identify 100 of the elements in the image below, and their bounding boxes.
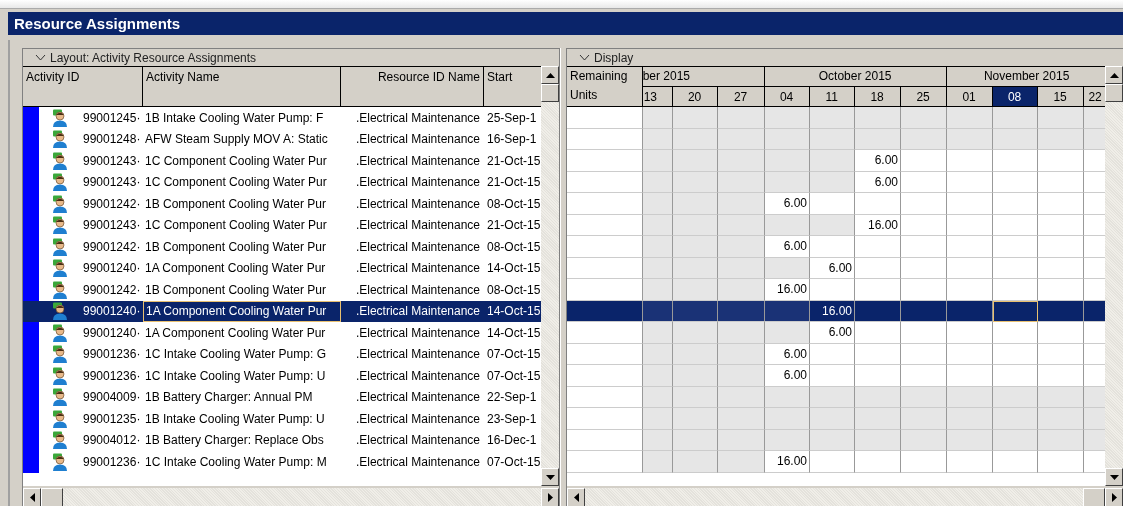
table-cell-text: 99001243· — [82, 152, 142, 170]
right-arrow-icon — [547, 493, 553, 502]
up-arrow-icon — [1109, 72, 1119, 78]
collapse-icon[interactable] — [35, 54, 46, 61]
table-cell-text: 99001240· — [82, 260, 142, 278]
table-cell: 14-Oct-15 — [484, 300, 541, 322]
scrollbar-thumb[interactable] — [41, 488, 63, 506]
column-header[interactable]: Activity ID — [23, 67, 143, 106]
table-cell-text: .Electrical Maintenance — [354, 238, 481, 256]
person-icon — [51, 130, 69, 149]
scroll-right-button[interactable] — [541, 488, 559, 506]
table-cell[interactable]: 1A Component Cooling Water Pur — [143, 257, 341, 279]
column-header[interactable]: Remaining Units — [567, 67, 643, 106]
table-cell-text: .Electrical Maintenance — [354, 346, 481, 364]
table-cell[interactable]: 1C Intake Cooling Water Pump: M — [143, 451, 341, 473]
table-cell-text: 21-Oct-15 — [486, 174, 541, 192]
scroll-down-button[interactable] — [541, 468, 559, 486]
table-cell-text: .Electrical Maintenance — [354, 453, 481, 471]
scrollbar-thumb[interactable] — [1105, 84, 1123, 102]
table-cell-text: 99001248· — [82, 131, 142, 149]
person-icon — [51, 431, 69, 450]
scrollbar-thumb[interactable] — [541, 84, 559, 102]
person-icon — [51, 366, 69, 385]
table-cell-text: 99001245· — [82, 109, 142, 127]
table-cell-text: .Electrical Maintenance — [354, 109, 481, 127]
table-cell-text: .Electrical Maintenance — [354, 324, 481, 342]
table-cell[interactable]: 1C Component Cooling Water Pur — [143, 171, 341, 193]
scroll-down-button[interactable] — [1105, 468, 1123, 486]
table-cell[interactable]: AFW Steam Supply MOV A: Static — [143, 128, 341, 150]
person-icon — [51, 409, 69, 428]
table-cell[interactable]: 1C Intake Cooling Water Pump: U — [143, 365, 341, 387]
units-value: 6.00 — [783, 368, 807, 383]
scroll-left-button[interactable] — [567, 488, 585, 506]
table-cell-text: 99001242· — [82, 281, 142, 299]
column-header[interactable]: Activity Name — [143, 67, 341, 106]
table-cell-text: .Electrical Maintenance — [354, 131, 481, 149]
table-cell-text: .Electrical Maintenance — [354, 174, 481, 192]
table-cell: 99001240· — [81, 300, 143, 322]
units-value: 6.00 — [783, 196, 807, 211]
table-cell-text: 16-Dec-1 — [486, 432, 538, 450]
table-cell[interactable]: 1B Intake Cooling Water Pump: F — [143, 107, 341, 129]
person-icon — [51, 173, 69, 192]
table-cell[interactable]: 1C Component Cooling Water Pur — [143, 150, 341, 172]
table-cell[interactable]: 1B Battery Charger: Annual PM — [143, 386, 341, 408]
person-icon — [51, 302, 69, 321]
person-icon — [51, 259, 69, 278]
units-value: 6.00 — [828, 325, 852, 340]
scroll-right-button[interactable] — [1105, 488, 1123, 506]
table-cell[interactable]: 1B Component Cooling Water Pur — [143, 279, 341, 301]
table-cell-text: 08-Oct-15 — [486, 281, 541, 299]
units-value: 6.00 — [783, 346, 807, 361]
table-cell[interactable]: 1C Component Cooling Water Pur — [143, 214, 341, 236]
down-arrow-icon — [1109, 474, 1119, 480]
table-cell-text: 99001243· — [82, 174, 142, 192]
table-cell-text: 25-Sep-1 — [486, 109, 538, 127]
person-icon — [51, 345, 69, 364]
table-cell[interactable]: 1C Intake Cooling Water Pump: G — [143, 343, 341, 365]
scrollbar-thumb[interactable] — [1083, 488, 1105, 506]
scroll-up-button[interactable] — [541, 66, 559, 84]
table-cell[interactable]: 1B Battery Charger: Replace Obs — [143, 429, 341, 451]
table-cell-text: 07-Oct-15 — [486, 346, 541, 364]
table-cell[interactable]: 1B Intake Cooling Water Pump: U — [143, 408, 341, 430]
table-cell-text: 21-Oct-15 — [486, 217, 541, 235]
collapse-icon[interactable] — [579, 54, 590, 61]
units-value: 6.00 — [783, 239, 807, 254]
table-cell-text: 99001240· — [82, 324, 142, 342]
window-title: Resource Assignments — [8, 12, 1123, 35]
scroll-up-button[interactable] — [1105, 66, 1123, 84]
person-icon — [51, 388, 69, 407]
table-cell-text: .Electrical Maintenance — [354, 260, 481, 278]
person-icon — [51, 323, 69, 342]
table-cell-text: 99001236· — [82, 367, 142, 385]
units-value: 16.00 — [867, 217, 898, 232]
row-marker — [23, 451, 39, 473]
person-icon — [51, 237, 69, 256]
table-cell-text: .Electrical Maintenance — [354, 432, 481, 450]
table-cell-text: 99001236· — [82, 453, 142, 471]
table-cell[interactable]: 1A Component Cooling Water Pur — [143, 300, 341, 322]
table-cell-text: .Electrical Maintenance — [354, 281, 481, 299]
scroll-left-button[interactable] — [23, 488, 41, 506]
table-cell-text: 23-Sep-1 — [486, 410, 538, 428]
table-cell-text: 14-Oct-15 — [486, 260, 541, 278]
table-cell[interactable]: 1A Component Cooling Water Pur — [143, 322, 341, 344]
table-cell[interactable]: 1B Component Cooling Water Pur — [143, 193, 341, 215]
table-cell-text: 07-Oct-15 — [486, 453, 541, 471]
person-icon — [51, 108, 69, 127]
table-cell-text: 99004009· — [82, 389, 142, 407]
month-header: October 2015 — [764, 67, 947, 86]
left-arrow-icon — [29, 493, 35, 502]
month-header: ber 2015 — [642, 67, 765, 86]
table-cell-text: .Electrical Maintenance — [354, 389, 481, 407]
table-cell: .Electrical Maintenance — [341, 300, 484, 322]
table-cell-text: 99001242· — [82, 195, 142, 213]
table-cell[interactable]: 1B Component Cooling Water Pur — [143, 236, 341, 258]
person-icon — [51, 280, 69, 299]
row-marker — [23, 279, 39, 301]
table-cell-text: 08-Oct-15 — [486, 238, 541, 256]
week-header[interactable]: 08 — [992, 87, 1038, 106]
units-value: 16.00 — [776, 454, 807, 469]
units-value: 6.00 — [874, 153, 898, 168]
